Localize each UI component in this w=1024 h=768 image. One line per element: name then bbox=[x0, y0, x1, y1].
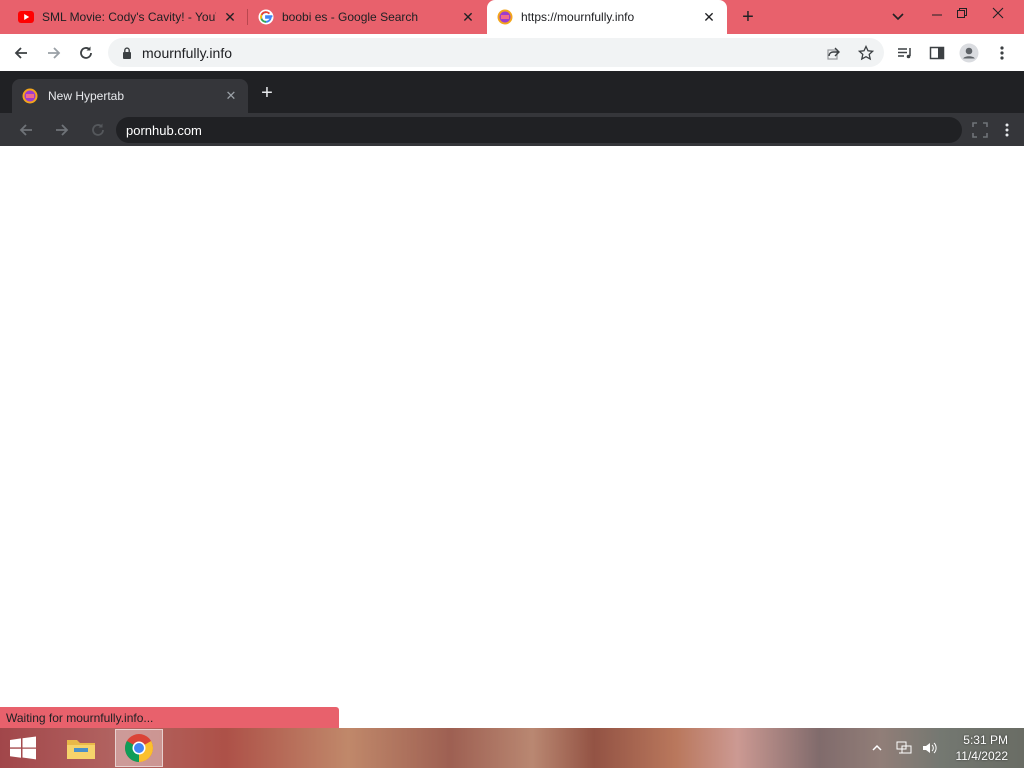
windows-start-icon[interactable] bbox=[8, 736, 38, 760]
tab-title: SML Movie: Cody's Cavity! - YouT bbox=[42, 10, 216, 24]
fullscreen-button[interactable] bbox=[968, 118, 992, 142]
share-button[interactable] bbox=[820, 39, 848, 67]
arrow-right-icon bbox=[56, 124, 69, 136]
taskbar: 5:31 PM 11/4/2022 bbox=[0, 728, 1024, 768]
taskbar-clock[interactable]: 5:31 PM 11/4/2022 bbox=[956, 732, 1009, 764]
system-tray bbox=[872, 728, 938, 768]
inner-address-bar[interactable]: pornhub.com bbox=[116, 117, 962, 143]
side-panel-icon bbox=[929, 46, 945, 60]
fullscreen-icon bbox=[972, 122, 988, 138]
inner-tab-title: New Hypertab bbox=[48, 89, 125, 103]
arrow-left-icon bbox=[19, 124, 32, 136]
status-bubble: Waiting for mournfully.info... bbox=[0, 707, 339, 728]
network-icon[interactable] bbox=[896, 741, 912, 755]
tab-mournfully[interactable]: https://mournfully.info ✕ bbox=[487, 0, 727, 34]
hypertab-icon bbox=[22, 88, 38, 104]
star-icon bbox=[858, 45, 874, 61]
google-icon bbox=[258, 9, 274, 25]
bookmark-button[interactable] bbox=[852, 39, 880, 67]
inner-menu-button[interactable] bbox=[995, 118, 1019, 142]
chrome-menu-button[interactable] bbox=[988, 39, 1016, 67]
reload-icon bbox=[80, 46, 92, 59]
tab-title: boobi es - Google Search bbox=[282, 10, 419, 24]
close-tab-icon[interactable]: ✕ bbox=[222, 9, 238, 25]
tab-search-icon[interactable] bbox=[888, 8, 908, 26]
inner-new-tab-button[interactable]: + bbox=[257, 83, 277, 103]
playlist-icon bbox=[898, 48, 911, 59]
reload-button[interactable] bbox=[72, 39, 100, 67]
restore-button[interactable] bbox=[945, 0, 979, 26]
inner-toolbar: pornhub.com bbox=[0, 113, 1024, 146]
back-button[interactable] bbox=[7, 39, 35, 67]
taskbar-file-explorer[interactable] bbox=[57, 729, 105, 767]
speaker-icon[interactable] bbox=[922, 741, 938, 755]
tab-google-search[interactable]: boobi es - Google Search ✕ bbox=[248, 0, 486, 34]
arrow-left-icon bbox=[14, 47, 27, 59]
address-url: mournfully.info bbox=[142, 44, 233, 61]
inner-forward-button[interactable] bbox=[50, 118, 74, 142]
lock-icon[interactable] bbox=[120, 46, 134, 60]
minimize-icon bbox=[932, 14, 942, 16]
forward-button[interactable] bbox=[40, 39, 68, 67]
browser-toolbar: mournfully.info bbox=[0, 34, 1024, 71]
clock-date: 11/4/2022 bbox=[955, 749, 1009, 763]
arrow-right-icon bbox=[48, 47, 61, 59]
kebab-menu-icon bbox=[1005, 123, 1009, 137]
kebab-menu-icon bbox=[1000, 46, 1004, 60]
inner-reload-button[interactable] bbox=[86, 118, 110, 142]
close-window-button[interactable] bbox=[981, 0, 1015, 26]
reload-icon bbox=[92, 123, 104, 136]
youtube-icon bbox=[18, 11, 34, 23]
side-panel-button[interactable] bbox=[923, 39, 951, 67]
share-icon bbox=[827, 47, 840, 60]
close-tab-icon[interactable]: ✕ bbox=[224, 88, 238, 104]
clock-time: 5:31 PM bbox=[963, 733, 1008, 747]
avatar-icon bbox=[959, 43, 979, 63]
new-tab-button[interactable]: + bbox=[737, 6, 759, 28]
close-tab-icon[interactable]: ✕ bbox=[701, 9, 717, 25]
inner-back-button[interactable] bbox=[14, 118, 38, 142]
hypertab-icon bbox=[497, 9, 513, 25]
tab-strip: SML Movie: Cody's Cavity! - YouT ✕ boobi… bbox=[0, 0, 1024, 34]
taskbar-chrome[interactable] bbox=[115, 729, 163, 767]
chevron-up-icon[interactable] bbox=[872, 744, 882, 752]
tab-youtube[interactable]: SML Movie: Cody's Cavity! - YouT ✕ bbox=[8, 0, 248, 34]
tab-title: https://mournfully.info bbox=[521, 10, 635, 24]
media-control-button[interactable] bbox=[891, 39, 919, 67]
inner-tab-new-hypertab[interactable]: New Hypertab ✕ bbox=[12, 79, 248, 113]
chrome-icon bbox=[125, 734, 153, 762]
profile-button[interactable] bbox=[955, 39, 983, 67]
inner-tab-strip: New Hypertab ✕ bbox=[0, 71, 1024, 113]
address-bar[interactable]: mournfully.info bbox=[108, 38, 884, 67]
inner-address-url: pornhub.com bbox=[126, 122, 202, 138]
restore-icon bbox=[957, 8, 967, 18]
file-explorer-icon bbox=[67, 740, 95, 759]
page-content bbox=[0, 146, 1024, 728]
close-icon bbox=[992, 7, 1004, 19]
close-tab-icon[interactable]: ✕ bbox=[460, 9, 476, 25]
